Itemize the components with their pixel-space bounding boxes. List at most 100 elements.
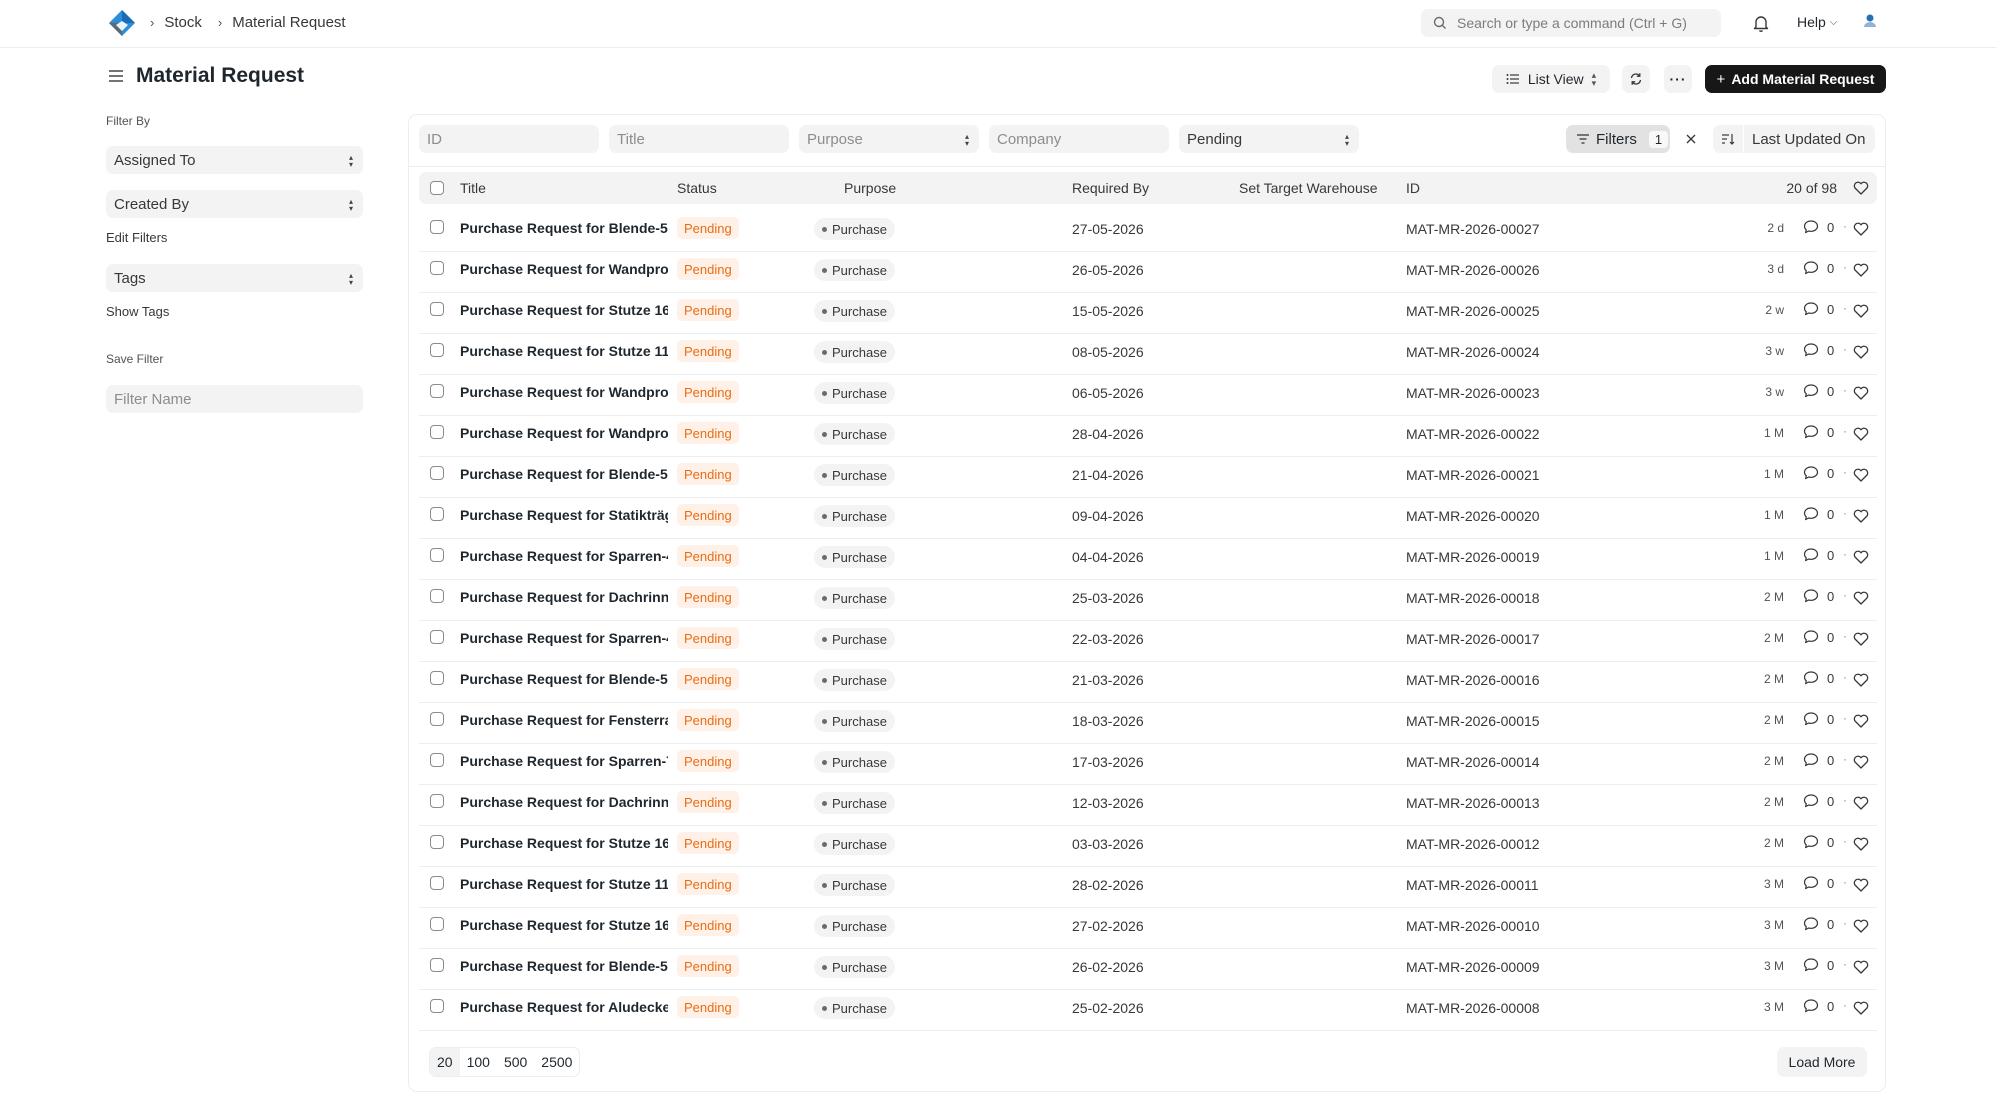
list-view-switcher[interactable]: List View ▴ ▾ <box>1492 65 1610 93</box>
row-checkbox[interactable] <box>430 507 444 521</box>
purpose-filter-select[interactable]: Purpose ▴ ▾ <box>799 125 979 153</box>
load-more-button[interactable]: Load More <box>1777 1047 1867 1077</box>
comment-icon[interactable] <box>1803 301 1819 317</box>
heart-icon[interactable] <box>1853 263 1869 277</box>
heart-icon[interactable] <box>1853 550 1869 564</box>
status-filter-select[interactable]: Pending ▴ ▾ <box>1179 125 1359 153</box>
comment-icon[interactable] <box>1803 506 1819 522</box>
row-checkbox[interactable] <box>430 876 444 890</box>
table-row[interactable]: Purchase Request for Sparren-7M-ANT Pendi… <box>419 744 1877 785</box>
row-checkbox[interactable] <box>430 753 444 767</box>
comment-icon[interactable] <box>1803 260 1819 276</box>
column-title[interactable]: Title <box>460 180 486 196</box>
page-size-500[interactable]: 500 <box>497 1048 534 1076</box>
heart-icon[interactable] <box>1853 427 1869 441</box>
row-checkbox[interactable] <box>430 302 444 316</box>
tags-select[interactable]: Tags ▴ ▾ <box>106 264 363 292</box>
table-row[interactable]: Purchase Request for Stutze 110-4M-A Pend… <box>419 334 1877 375</box>
table-row[interactable]: Purchase Request for Stutze 160-6M-A Pend… <box>419 908 1877 949</box>
comment-icon[interactable] <box>1803 670 1819 686</box>
comment-icon[interactable] <box>1803 588 1819 604</box>
row-title[interactable]: Purchase Request for Blende-5M-ANTI <box>460 220 668 236</box>
table-row[interactable]: Purchase Request for Sparren-4M-ANT Pendi… <box>419 621 1877 662</box>
comment-icon[interactable] <box>1803 834 1819 850</box>
id-filter-input[interactable]: ID <box>419 125 599 153</box>
row-checkbox[interactable] <box>430 466 444 480</box>
table-row[interactable]: Purchase Request for Wandprofil Komb Pend… <box>419 416 1877 457</box>
row-checkbox[interactable] <box>430 958 444 972</box>
help-dropdown[interactable]: Help ⌵ <box>1797 14 1837 30</box>
table-row[interactable]: Purchase Request for Wandprofil Komb Pend… <box>419 375 1877 416</box>
title-filter-input[interactable]: Title <box>609 125 789 153</box>
comment-icon[interactable] <box>1803 875 1819 891</box>
row-checkbox[interactable] <box>430 220 444 234</box>
heart-icon[interactable] <box>1853 468 1869 482</box>
select-all-checkbox[interactable] <box>430 181 444 195</box>
comment-icon[interactable] <box>1803 424 1819 440</box>
column-set-target-warehouse[interactable]: Set Target Warehouse <box>1239 180 1378 196</box>
row-title[interactable]: Purchase Request for Stutze 160-6M-A <box>460 917 668 933</box>
column-status[interactable]: Status <box>677 180 717 196</box>
heart-icon[interactable] <box>1853 1001 1869 1015</box>
comment-icon[interactable] <box>1803 793 1819 809</box>
comment-icon[interactable] <box>1803 383 1819 399</box>
row-title[interactable]: Purchase Request for Wandprofil Komb <box>460 425 668 441</box>
table-row[interactable]: Purchase Request for Dachrinne-6M-A Pendi… <box>419 785 1877 826</box>
table-row[interactable]: Purchase Request for Wandprofil Komb Pend… <box>419 252 1877 293</box>
assigned-to-select[interactable]: Assigned To ▴ ▾ <box>106 146 363 174</box>
heart-icon[interactable] <box>1853 878 1869 892</box>
page-size-100[interactable]: 100 <box>460 1048 497 1076</box>
comment-icon[interactable] <box>1803 629 1819 645</box>
row-title[interactable]: Purchase Request for Statikträger Decl <box>460 507 668 523</box>
table-row[interactable]: Purchase Request for Blende-5M-ANTI Pendi… <box>419 949 1877 990</box>
heart-icon[interactable] <box>1853 386 1869 400</box>
more-actions-button[interactable]: ··· <box>1664 65 1692 93</box>
heart-icon[interactable] <box>1853 796 1869 810</box>
edit-filters-link[interactable]: Edit Filters <box>106 230 167 245</box>
row-title[interactable]: Purchase Request for Stutze 160-6M-A <box>460 302 668 318</box>
row-title[interactable]: Purchase Request for Stutze 160-4M-A <box>460 835 668 851</box>
table-row[interactable]: Purchase Request for Statikträger Decl Pe… <box>419 498 1877 539</box>
table-row[interactable]: Purchase Request for Stutze 160-6M-A Pend… <box>419 293 1877 334</box>
heart-icon[interactable] <box>1853 837 1869 851</box>
heart-icon[interactable] <box>1853 919 1869 933</box>
heart-icon[interactable] <box>1853 591 1869 605</box>
row-checkbox[interactable] <box>430 999 444 1013</box>
row-title[interactable]: Purchase Request for Fensterrahmen T <box>460 712 668 728</box>
sort-field-button[interactable]: Last Updated On <box>1743 125 1876 153</box>
row-title[interactable]: Purchase Request for Sparren-7M-ANT <box>460 753 668 769</box>
column-required-by[interactable]: Required By <box>1072 180 1149 196</box>
row-title[interactable]: Purchase Request for Dachrinne-4M-A <box>460 589 668 605</box>
app-logo-icon[interactable] <box>108 9 136 37</box>
row-checkbox[interactable] <box>430 794 444 808</box>
row-checkbox[interactable] <box>430 548 444 562</box>
row-title[interactable]: Purchase Request for Sparren-4M-ANT <box>460 630 668 646</box>
comment-icon[interactable] <box>1803 752 1819 768</box>
row-title[interactable]: Purchase Request for Stutze 110-6M-A <box>460 876 668 892</box>
row-title[interactable]: Purchase Request for Wandprofil Komb <box>460 384 668 400</box>
row-checkbox[interactable] <box>430 835 444 849</box>
table-row[interactable]: Purchase Request for Blende-5M-ANTI Pendi… <box>419 457 1877 498</box>
comment-icon[interactable] <box>1803 219 1819 235</box>
table-row[interactable]: Purchase Request for Stutze 160-4M-A Pend… <box>419 826 1877 867</box>
heart-icon[interactable] <box>1853 755 1869 769</box>
row-title[interactable]: Purchase Request for Dachrinne-6M-A <box>460 794 668 810</box>
bell-icon[interactable] <box>1751 13 1771 33</box>
clear-filters-button[interactable] <box>1677 125 1705 153</box>
breadcrumb-stock[interactable]: Stock <box>164 14 202 31</box>
heart-icon[interactable] <box>1853 222 1869 236</box>
row-checkbox[interactable] <box>430 425 444 439</box>
page-size-2500[interactable]: 2500 <box>534 1048 579 1076</box>
heart-icon[interactable] <box>1853 960 1869 974</box>
show-tags-link[interactable]: Show Tags <box>106 304 169 319</box>
table-row[interactable]: Purchase Request for Stutze 110-6M-A Pend… <box>419 867 1877 908</box>
row-checkbox[interactable] <box>430 261 444 275</box>
row-checkbox[interactable] <box>430 917 444 931</box>
filters-button[interactable]: Filters 1 <box>1566 125 1670 153</box>
menu-icon[interactable] <box>108 69 124 83</box>
comment-icon[interactable] <box>1803 916 1819 932</box>
company-filter-input[interactable]: Company <box>989 125 1169 153</box>
table-row[interactable]: Purchase Request for Dachrinne-4M-A Pendi… <box>419 580 1877 621</box>
table-row[interactable]: Purchase Request for Blende-5M-ANTI Pendi… <box>419 211 1877 252</box>
breadcrumb-material-request[interactable]: Material Request <box>232 14 345 31</box>
